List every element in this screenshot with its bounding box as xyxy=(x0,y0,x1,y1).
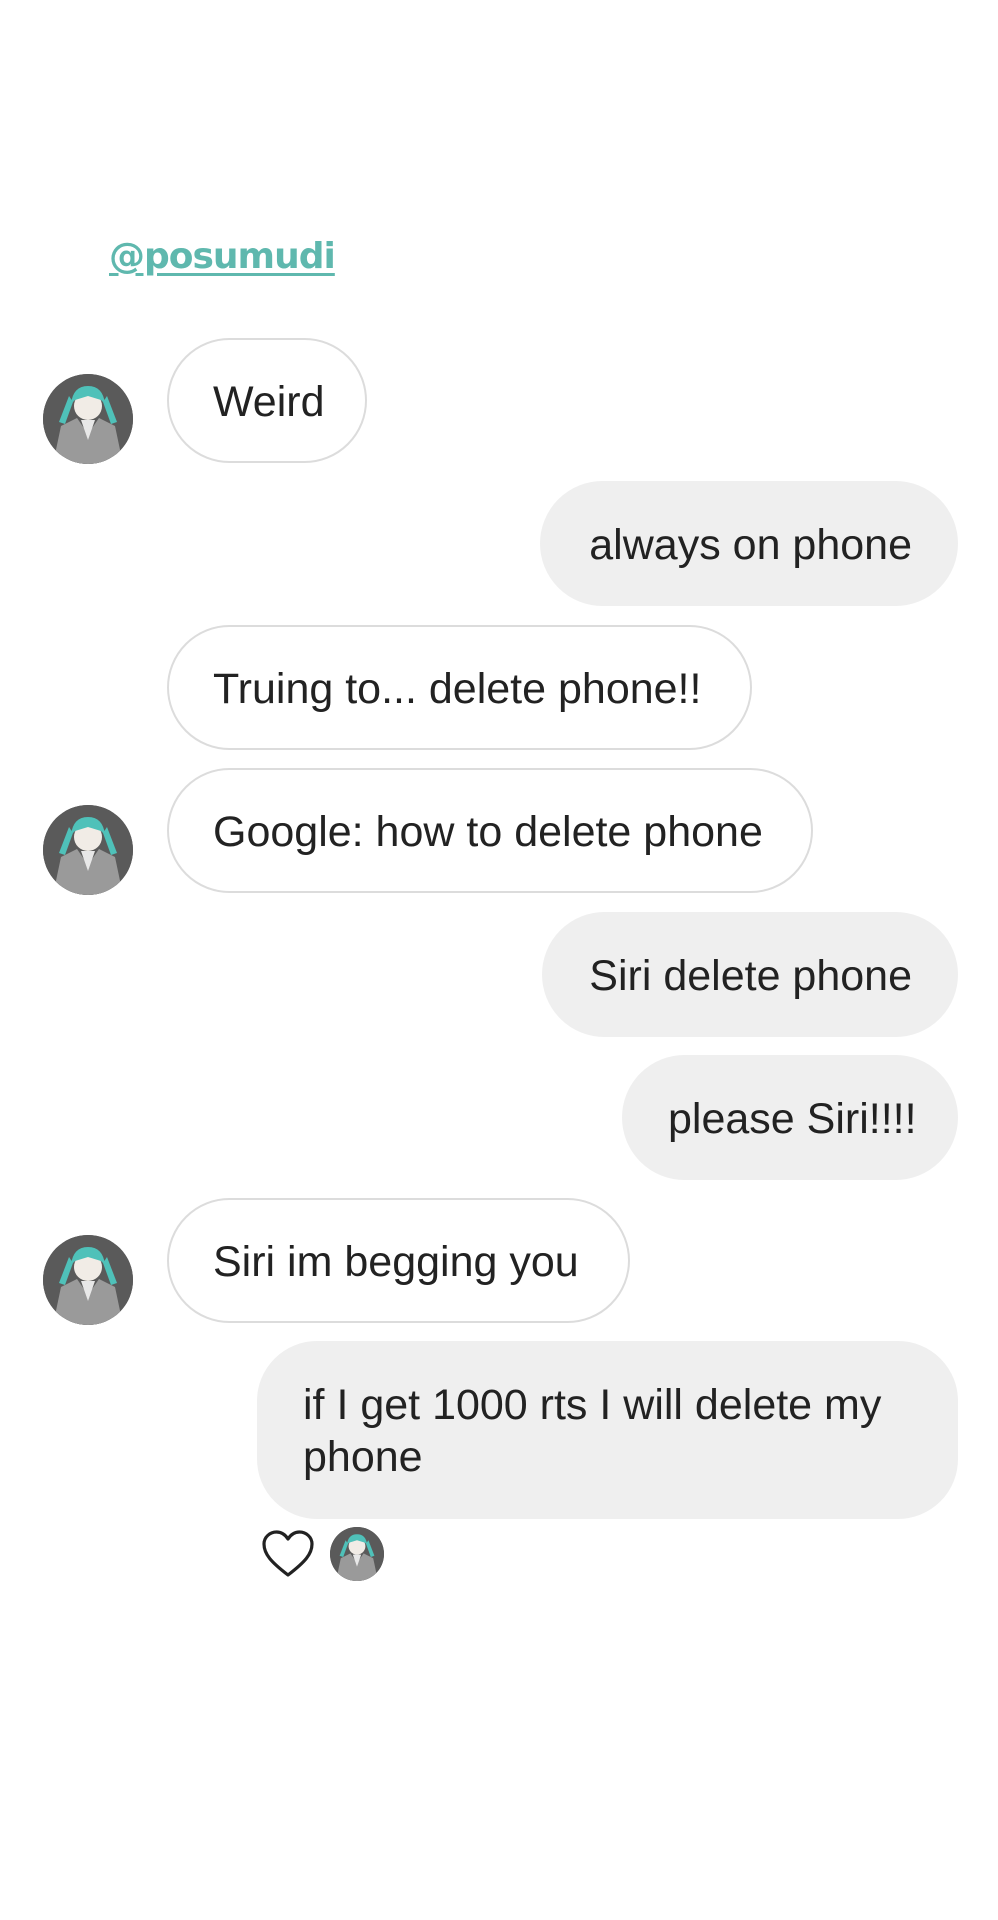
message-bubble-incoming[interactable]: Truing to... delete phone!! xyxy=(167,625,752,750)
sender-avatar[interactable] xyxy=(43,805,133,895)
sender-avatar[interactable] xyxy=(43,374,133,464)
sender-avatar[interactable] xyxy=(43,1235,133,1325)
reactor-avatar[interactable] xyxy=(330,1527,384,1581)
message-bubble-outgoing[interactable]: Siri delete phone xyxy=(542,912,958,1037)
message-bubble-outgoing[interactable]: please Siri!!!! xyxy=(622,1055,958,1180)
message-bubble-incoming[interactable]: Google: how to delete phone xyxy=(167,768,813,893)
username-link[interactable]: @posumudi xyxy=(109,236,336,277)
message-bubble-outgoing[interactable]: if I get 1000 rts I will delete my phone xyxy=(257,1341,958,1519)
message-bubble-outgoing[interactable]: always on phone xyxy=(540,481,958,606)
heart-icon[interactable] xyxy=(261,1529,315,1579)
message-bubble-incoming[interactable]: Siri im begging you xyxy=(167,1198,630,1323)
message-bubble-incoming[interactable]: Weird xyxy=(167,338,367,463)
